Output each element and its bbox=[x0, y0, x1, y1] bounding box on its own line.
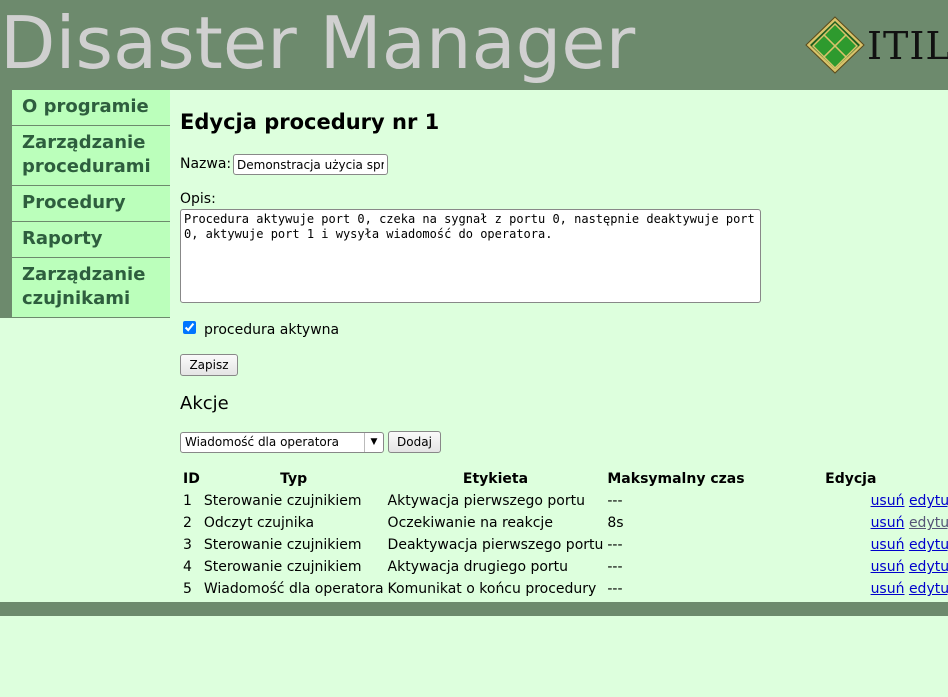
edit-link[interactable]: edytuj bbox=[909, 515, 948, 531]
table-row: 4 Sterowanie czujnikiem Aktywacja drugie… bbox=[181, 556, 948, 578]
row-max-time: --- bbox=[607, 493, 623, 509]
delete-link[interactable]: usuń bbox=[871, 537, 905, 553]
action-type-select[interactable]: Wiadomość dla operatora ▼ bbox=[180, 432, 384, 453]
row-label: Oczekiwanie na reakcje bbox=[387, 515, 553, 531]
logo-text: ITIL bbox=[867, 24, 948, 68]
delete-link[interactable]: usuń bbox=[871, 515, 905, 531]
row-type: Odczyt czujnika bbox=[203, 515, 315, 531]
delete-link[interactable]: usuń bbox=[871, 581, 905, 597]
row-label: Aktywacja pierwszego portu bbox=[387, 493, 585, 509]
table-header-row: ID Typ Etykieta Maksymalny czas Edycja bbox=[181, 468, 948, 490]
app-title: Disaster Manager bbox=[0, 1, 636, 85]
row-max-time: --- bbox=[607, 559, 623, 575]
add-action-button[interactable]: Dodaj bbox=[388, 431, 441, 453]
description-label: Opis: bbox=[180, 191, 216, 207]
row-max-time: --- bbox=[607, 581, 623, 597]
edit-link[interactable]: edytuj bbox=[909, 493, 948, 509]
save-button[interactable]: Zapisz bbox=[180, 354, 238, 376]
table-row: 2 Odczyt czujnika Oczekiwanie na reakcje… bbox=[181, 512, 948, 534]
row-type: Sterowanie czujnikiem bbox=[203, 559, 362, 575]
delete-link[interactable]: usuń bbox=[871, 559, 905, 575]
row-label: Deaktywacja pierwszego portu bbox=[387, 537, 604, 553]
active-checkbox-label: procedura aktywna bbox=[204, 322, 340, 338]
edit-link[interactable]: edytuj bbox=[909, 559, 948, 575]
row-type: Wiadomość dla operatora bbox=[203, 581, 384, 597]
sidebar-item-procedure-management[interactable]: Zarządzanie procedurami bbox=[0, 126, 170, 186]
sidebar: O programie Zarządzanie procedurami Proc… bbox=[0, 90, 170, 318]
column-header-label: Etykieta bbox=[462, 471, 529, 487]
description-textarea[interactable]: Procedura aktywuje port 0, czeka na sygn… bbox=[180, 209, 761, 303]
edit-link[interactable]: edytuj bbox=[909, 537, 948, 553]
action-type-select-value: Wiadomość dla operatora bbox=[185, 435, 340, 449]
row-id: 4 bbox=[183, 559, 192, 575]
name-input[interactable] bbox=[233, 154, 388, 175]
row-type: Sterowanie czujnikiem bbox=[203, 537, 362, 553]
edit-link[interactable]: edytuj bbox=[909, 581, 948, 597]
sidebar-item-about[interactable]: O programie bbox=[0, 90, 170, 126]
row-id: 5 bbox=[183, 581, 192, 597]
footer-bar bbox=[0, 602, 948, 616]
table-row: 5 Wiadomość dla operatora Komunikat o ko… bbox=[181, 578, 948, 600]
chevron-down-icon: ▼ bbox=[364, 433, 383, 452]
column-header-id: ID bbox=[183, 471, 200, 487]
row-edit-links: usuń edytuj bbox=[747, 534, 948, 556]
row-type: Sterowanie czujnikiem bbox=[203, 493, 362, 509]
row-max-time: --- bbox=[607, 537, 623, 553]
actions-heading: Akcje bbox=[180, 393, 229, 414]
row-edit-links: usuń edytuj bbox=[747, 556, 948, 578]
itil-logo: ITIL bbox=[805, 16, 948, 74]
active-checkbox[interactable] bbox=[183, 321, 196, 334]
row-label: Komunikat o końcu procedury bbox=[387, 581, 597, 597]
row-id: 3 bbox=[183, 537, 192, 553]
page-title: Edycja procedury nr 1 bbox=[180, 110, 440, 134]
row-max-time: 8s bbox=[607, 515, 624, 531]
header: Disaster Manager ITIL bbox=[0, 0, 948, 90]
actions-table: ID Typ Etykieta Maksymalny czas Edycja 1… bbox=[181, 468, 948, 600]
itil-diamond-icon bbox=[805, 16, 865, 74]
sidebar-item-reports[interactable]: Raporty bbox=[0, 222, 170, 258]
name-label: Nazwa: bbox=[180, 156, 232, 172]
column-header-edit: Edycja bbox=[825, 471, 877, 487]
table-row: 1 Sterowanie czujnikiem Aktywacja pierws… bbox=[181, 490, 948, 512]
column-header-type: Typ bbox=[280, 471, 308, 487]
row-id: 1 bbox=[183, 493, 192, 509]
row-edit-links: usuń edytuj bbox=[747, 512, 948, 534]
column-header-max-time: Maksymalny czas bbox=[607, 471, 745, 487]
table-row: 3 Sterowanie czujnikiem Deaktywacja pier… bbox=[181, 534, 948, 556]
delete-link[interactable]: usuń bbox=[871, 493, 905, 509]
row-edit-links: usuń edytuj bbox=[747, 578, 948, 600]
row-label: Aktywacja drugiego portu bbox=[387, 559, 569, 575]
row-edit-links: usuń edytuj bbox=[747, 490, 948, 512]
row-id: 2 bbox=[183, 515, 192, 531]
sidebar-item-procedures[interactable]: Procedury bbox=[0, 186, 170, 222]
sidebar-item-sensor-management[interactable]: Zarządzanie czujnikami bbox=[0, 258, 170, 318]
